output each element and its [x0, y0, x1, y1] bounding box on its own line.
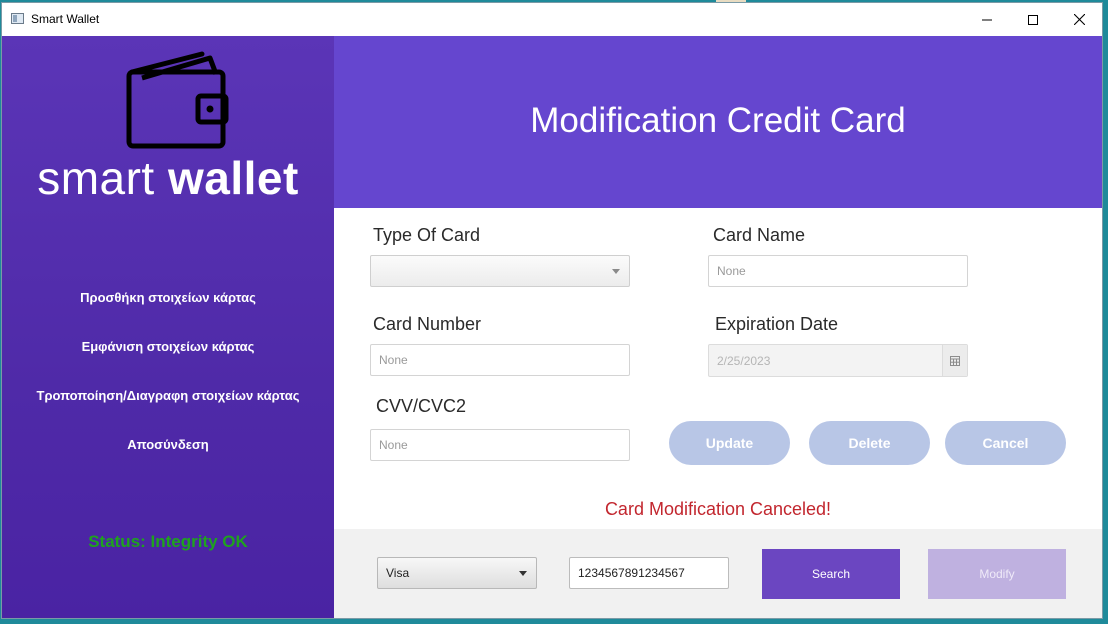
logo-word-smart: smart: [37, 152, 155, 204]
delete-button[interactable]: Delete: [809, 421, 930, 465]
close-icon: [1073, 14, 1085, 25]
card-type-select[interactable]: Visa: [377, 557, 537, 589]
cancel-button[interactable]: Cancel: [945, 421, 1066, 465]
card-name-input[interactable]: None: [708, 255, 968, 287]
status-text: Status: Integrity OK: [88, 532, 248, 551]
wallet-icon: [126, 51, 229, 149]
app-window: Smart Wallet smart wallet Προσθήκη στοιχ…: [2, 3, 1102, 618]
update-button[interactable]: Update: [669, 421, 790, 465]
expiration-date-value: 2/25/2023: [717, 354, 771, 368]
card-number-search-input[interactable]: 1234567891234567: [569, 557, 729, 589]
card-name-label: Card Name: [713, 225, 806, 245]
modify-button[interactable]: Modify: [928, 549, 1066, 599]
chevron-down-icon: [612, 269, 620, 274]
page-title: Modification Credit Card: [530, 101, 906, 140]
card-number-input[interactable]: None: [370, 344, 630, 376]
title-bar[interactable]: Smart Wallet: [2, 3, 1102, 37]
result-message: Card Modification Canceled!: [604, 499, 832, 519]
menu-show-card[interactable]: Εμφάνιση στοιχείων κάρτας: [2, 339, 334, 354]
expiration-date-label: Expiration Date: [715, 314, 839, 334]
menu-modify-delete-card[interactable]: Τροποποίηση/Διαγραφη στοιχείων κάρτας: [2, 388, 334, 403]
logo-text: smart wallet: [2, 148, 334, 208]
page-header: Modification Credit Card: [334, 36, 1102, 208]
sidebar: smart wallet Προσθήκη στοιχείων κάρτας Ε…: [2, 36, 334, 618]
minimize-button[interactable]: [964, 3, 1010, 36]
logo-word-wallet: wallet: [167, 152, 299, 204]
chevron-down-icon: [519, 571, 527, 576]
close-button[interactable]: [1056, 3, 1102, 36]
maximize-icon: [1028, 14, 1038, 25]
card-number-label: Card Number: [373, 314, 482, 334]
cvv-label: CVV/CVC2: [376, 396, 467, 416]
minimize-icon: [982, 19, 992, 20]
expiration-date-picker[interactable]: 2/25/2023: [708, 344, 968, 377]
maximize-button[interactable]: [1010, 3, 1056, 36]
search-button[interactable]: Search: [762, 549, 900, 599]
type-of-card-label: Type Of Card: [373, 225, 481, 245]
calendar-icon: [950, 355, 960, 366]
window-title: Smart Wallet: [31, 12, 100, 26]
calendar-button[interactable]: [942, 345, 967, 376]
type-of-card-select[interactable]: [370, 255, 630, 287]
window-app-icon: [11, 13, 24, 24]
card-type-selected: Visa: [386, 566, 410, 580]
menu-logout[interactable]: Αποσύνδεση: [2, 437, 334, 452]
menu-add-card[interactable]: Προσθήκη στοιχείων κάρτας: [2, 290, 334, 305]
cvv-input[interactable]: None: [370, 429, 630, 461]
